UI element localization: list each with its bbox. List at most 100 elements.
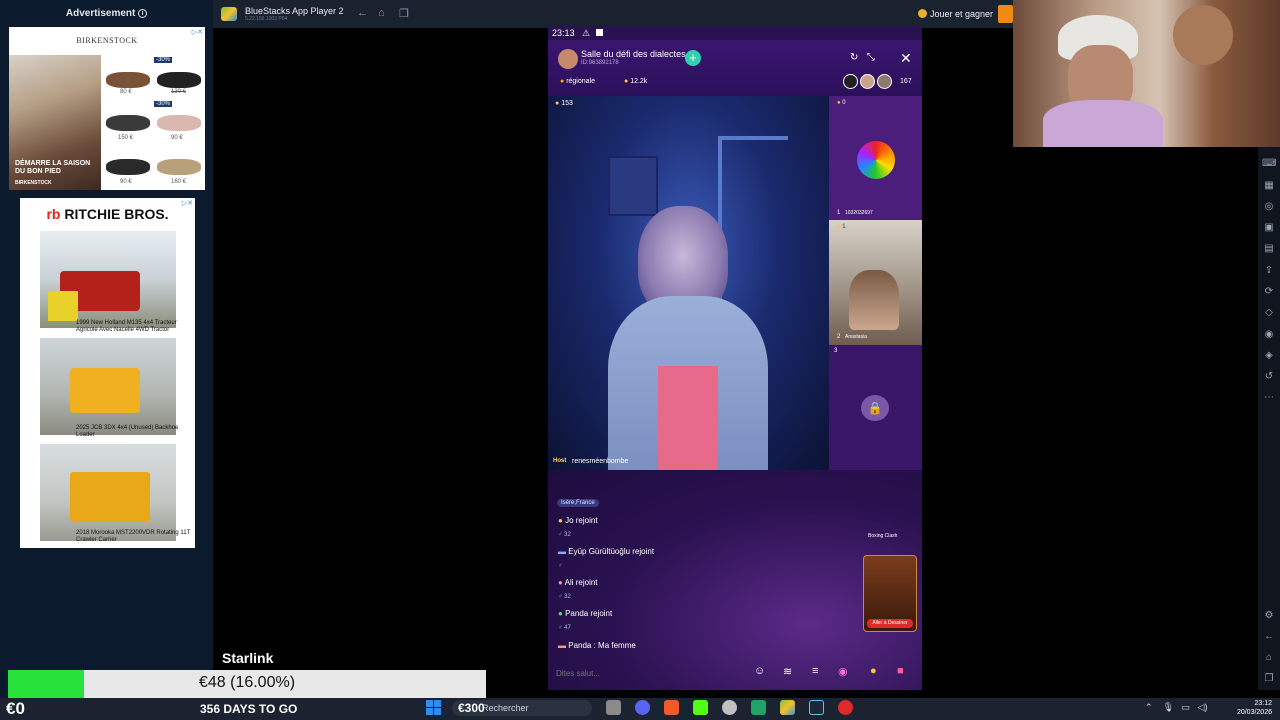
game-go-button[interactable]: Aller à Dessiner <box>867 619 913 628</box>
chat-message: ● Ali rejoint <box>558 578 598 587</box>
clog-image <box>106 115 150 131</box>
audience-avatar[interactable] <box>843 74 858 89</box>
tractor-image[interactable] <box>40 231 176 328</box>
viewer-count[interactable]: 167 <box>900 78 912 85</box>
listing-caption[interactable]: 2018 Morooka MST2200VDR Rotating 11T Cra… <box>76 530 194 544</box>
coin-shop-icon[interactable]: ● <box>870 665 877 677</box>
steam-icon[interactable] <box>809 700 824 715</box>
guest-name: 1032032697 <box>845 210 873 216</box>
slot-number: 2 <box>837 334 841 340</box>
games-icon[interactable]: ◉ <box>838 665 848 678</box>
close-icon[interactable]: ✕ <box>900 50 912 67</box>
location-icon[interactable]: ◉ <box>1262 328 1276 342</box>
ritchie-logo-text: RITCHIE BROS. <box>64 206 169 222</box>
volume-icon[interactable]: ◁) <box>1198 702 1208 712</box>
microphone-icon[interactable]: 🎙 <box>1163 702 1174 712</box>
info-icon[interactable]: i <box>138 9 148 18</box>
layers-icon[interactable]: ◈ <box>1262 349 1276 363</box>
ad-choices-icon[interactable]: ▷✕ <box>192 28 203 36</box>
chat-message: ● Panda rejoint <box>558 609 612 618</box>
notification-icon[interactable] <box>998 5 1013 23</box>
follow-plus-button[interactable]: + <box>685 50 701 66</box>
chat-input[interactable] <box>556 663 746 683</box>
gift-icon[interactable]: ■ <box>897 665 904 677</box>
chat-message-text: Jo rejoint <box>565 516 598 525</box>
audience-avatar[interactable] <box>877 74 892 89</box>
price: 90 € <box>120 179 132 185</box>
slot-badge: ● 1 <box>837 224 846 230</box>
media-folder-icon[interactable]: ▤ <box>1262 242 1276 256</box>
region-badge[interactable]: ● régionale <box>560 78 595 85</box>
back-icon[interactable]: ← <box>357 7 368 19</box>
price: 90 € <box>171 135 183 141</box>
chat-message: ▬ Panda : Ma femme <box>558 641 636 650</box>
donation-overlay: €300 <box>458 701 485 715</box>
gamepad-icon[interactable]: ▦ <box>1262 179 1276 193</box>
ritchie-logo: rb RITCHIE BROS. <box>20 206 195 222</box>
rotate-icon[interactable]: ⟳ <box>1262 285 1276 299</box>
emoji-icon[interactable]: ☺ <box>754 665 765 677</box>
chat-sub: ♂ 32 <box>558 594 571 600</box>
guest-slot-3[interactable]: 3 🔒 <box>829 345 922 470</box>
room-avatar[interactable] <box>558 49 578 69</box>
guest-video <box>849 270 899 330</box>
android-back-icon[interactable]: ← <box>1262 630 1276 644</box>
guest-slot-1[interactable]: ● 0 1 1032032697 <box>829 96 922 220</box>
user-avatar-icon: ● <box>558 516 563 525</box>
kick-icon[interactable] <box>693 700 708 715</box>
obs-icon[interactable] <box>722 700 737 715</box>
sandal-image <box>157 159 201 175</box>
multi-instance-icon[interactable]: ❐ <box>399 7 409 20</box>
android-home-icon[interactable]: ⌂ <box>1262 651 1276 665</box>
tray-chevron-icon[interactable]: ⌃ <box>1145 702 1153 712</box>
coin-icon: ● <box>624 78 629 85</box>
listing-caption[interactable]: 1999 New Holland M135 4x4 Tracteur Agric… <box>76 320 194 334</box>
boxing-clash-label[interactable]: Boxing Clash <box>868 533 897 539</box>
birkenstock-ad[interactable]: ▷✕ BIRKENSTOCK DÉMARRE LA SAISON DU BON … <box>9 27 205 190</box>
chat-message-text: Panda rejoint <box>565 609 613 618</box>
recent-apps-icon[interactable]: ❐ <box>1262 672 1276 686</box>
menu-icon[interactable]: ≡ <box>812 665 818 677</box>
sandal-image <box>157 115 201 131</box>
record-icon <box>596 29 603 36</box>
host-video[interactable] <box>548 96 829 470</box>
chat-sub-value: 32 <box>564 594 571 600</box>
more-icon[interactable]: ⋯ <box>1262 391 1276 405</box>
crawler-image[interactable] <box>40 444 176 541</box>
bluestacks-taskbar-icon[interactable] <box>780 700 795 715</box>
listing-caption[interactable]: 2025 JCB 3DX 4x4 (Unused) Backhoe Loader <box>76 425 194 439</box>
taskbar-clock[interactable]: 23:12 20/03/2026 <box>1220 699 1272 717</box>
coins-badge[interactable]: ● 12.2k <box>624 78 647 85</box>
discord-icon[interactable] <box>635 700 650 715</box>
ritchie-bros-ad[interactable]: ▷✕ rb RITCHIE BROS. 1999 New Holland M13… <box>20 198 195 548</box>
settings-icon[interactable]: ⚙ <box>1262 609 1276 623</box>
media-player-icon[interactable] <box>838 700 853 715</box>
user-avatar-icon: ● <box>558 578 563 587</box>
host-name[interactable]: renesméenbombe <box>572 458 628 465</box>
eco-mode-icon[interactable]: ◇ <box>1262 306 1276 320</box>
screenshot-icon[interactable]: ◎ <box>1262 200 1276 214</box>
share-icon[interactable]: ↻ <box>850 52 858 63</box>
coin-icon: ● <box>837 224 841 230</box>
slot-badge-value: 0 <box>842 100 846 106</box>
record-screen-icon[interactable]: ▣ <box>1262 221 1276 235</box>
audio-wave-icon[interactable]: ≋ <box>783 665 792 678</box>
excel-icon[interactable] <box>751 700 766 715</box>
file-explorer-icon[interactable] <box>606 700 621 715</box>
install-apk-icon[interactable]: ⇪ <box>1262 264 1276 278</box>
host-coin-badge: ● 153 <box>555 100 573 107</box>
keyboard-icon[interactable]: ⌨ <box>1262 157 1276 171</box>
guest-slot-2[interactable]: ● 1 2 Anastasia <box>829 220 922 345</box>
room-controls: ↻ ⤡ <box>850 52 875 63</box>
play-and-win-button[interactable]: Jouer et gagner <box>918 9 993 19</box>
starlink-label: Starlink <box>222 650 274 666</box>
audience-avatar[interactable] <box>860 74 875 89</box>
minimize-icon[interactable]: ⤡ <box>867 52 875 63</box>
status-time: 23:13 <box>552 28 575 38</box>
brave-browser-icon[interactable] <box>664 700 679 715</box>
backhoe-image[interactable] <box>40 338 176 435</box>
windows-start-icon[interactable] <box>426 700 441 715</box>
sync-icon[interactable]: ↺ <box>1262 370 1276 384</box>
network-icon[interactable]: ▭ <box>1182 702 1191 712</box>
home-icon[interactable]: ⌂ <box>378 7 385 19</box>
